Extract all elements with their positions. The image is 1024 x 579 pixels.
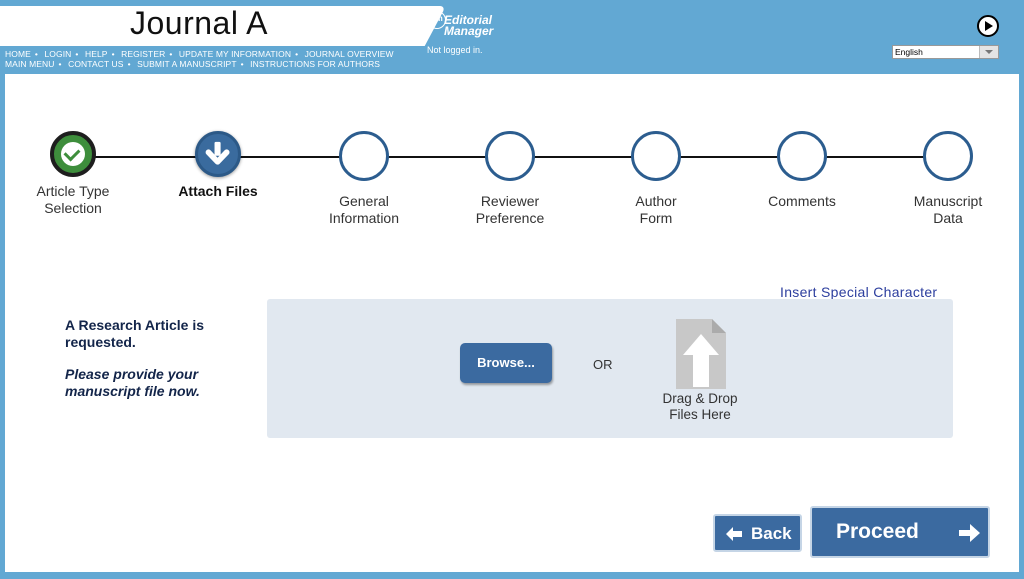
nav-link-help[interactable]: HELP [85,49,108,59]
nav-row-2: MAIN MENU • CONTACT US • SUBMIT A MANUSCRI… [5,59,381,69]
main-panel: Article Type Selection Attach Files Gene… [5,74,1019,572]
back-button[interactable]: Back [713,514,802,552]
login-status: Not logged in. [427,45,483,55]
step-label: Reviewer Preference [440,193,580,227]
nav-row-1: HOME • LOGIN • HELP • REGISTER • UPDATE MY I… [5,49,394,59]
step-label-line1: General [339,193,389,209]
nav-link-home[interactable]: HOME [5,49,31,59]
upload-area: Browse... OR Drag & Drop Files Here [267,299,953,438]
article-request-text: A Research Article is requested. [65,317,265,351]
insert-special-character-link[interactable]: Insert Special Character [780,284,937,300]
play-icon[interactable] [977,15,999,37]
step-label: Author Form [586,193,726,227]
step-label-line1: Comments [768,193,836,209]
manuscript-prompt-text: Please provide your manuscript file now. [65,366,265,400]
drop-line2: Files Here [669,407,731,422]
step-pending-circle [339,131,389,181]
step-reviewer-preference: Reviewer Preference [440,131,580,227]
nav-link-contact-us[interactable]: CONTACT US [68,59,123,69]
step-label-line2: Information [328,210,400,226]
prompt-line1: Please provide your [65,366,199,382]
journal-title: Journal A [130,5,268,41]
nav-links: HOME • LOGIN • HELP • REGISTER • UPDATE MY I… [5,49,394,69]
step-pending-circle [923,131,973,181]
proceed-button[interactable]: Proceed [810,506,990,558]
request-line2: requested. [65,334,136,350]
step-author-form: Author Form [586,131,726,227]
step-article-type-selection: Article Type Selection [3,131,143,217]
step-pending-circle [777,131,827,181]
check-icon [61,142,85,166]
drop-line1: Drag & Drop [662,391,738,406]
nav-link-update-info[interactable]: UPDATE MY INFORMATION [179,49,291,59]
or-label: OR [593,357,613,372]
bottom-strip [0,572,1024,579]
step-current-circle [195,131,241,177]
prompt-line2: manuscript file now. [65,383,200,399]
arrow-down-icon [205,141,230,165]
step-label-line2: Selection [44,200,102,216]
language-value: English [895,47,923,57]
arrow-right-icon [959,524,980,542]
step-label-line1: Author [635,193,677,209]
step-label: Attach Files [148,183,288,200]
arrow-left-icon [726,527,742,541]
nav-link-journal-overview[interactable]: JOURNAL OVERVIEW [305,49,394,59]
request-line1: A Research Article is [65,317,205,333]
step-label-line1: Manuscript [913,193,983,209]
step-label: General Information [294,193,434,227]
proceed-label: Proceed [836,520,919,543]
step-label: Manuscript Data [878,193,1018,227]
step-label-line1: Attach Files [178,183,258,199]
nav-link-submit-manuscript[interactable]: SUBMIT A MANUSCRIPT [137,59,237,69]
step-general-information: General Information [294,131,434,227]
em-logo-text: Editorial Manager [444,14,494,38]
nav-link-login[interactable]: LOGIN [44,49,71,59]
back-label: Back [751,524,792,543]
step-label-line2: Data [933,210,963,226]
step-label-line2: Preference [475,210,545,226]
step-label-line1: Reviewer [480,193,540,209]
file-upload-icon [676,319,726,389]
nav-link-instructions[interactable]: INSTRUCTIONS FOR AUTHORS [250,59,380,69]
step-label: Article Type Selection [3,183,143,217]
upload-instructions: A Research Article is requested. Please … [65,317,265,400]
step-pending-circle [485,131,535,181]
step-pending-circle [631,131,681,181]
language-select[interactable]: English [892,45,999,59]
step-label-line2: Form [639,210,673,226]
step-attach-files: Attach Files [148,131,288,200]
step-label: Comments [732,193,872,210]
nav-link-main-menu[interactable]: MAIN MENU [5,59,55,69]
step-comments: Comments [732,131,872,210]
drag-drop-zone[interactable]: Drag & Drop Files Here [637,319,763,429]
chevron-down-icon[interactable] [979,46,998,58]
em-logo-line2: Manager [444,24,494,38]
header: Journal A HOME • LOGIN • HELP • REGISTER • U… [0,0,1024,74]
browse-button[interactable]: Browse... [460,343,552,383]
step-done-circle [50,131,96,177]
drag-drop-label: Drag & Drop Files Here [637,391,763,423]
nav-link-register[interactable]: REGISTER [121,49,165,59]
step-manuscript-data: Manuscript Data [878,131,1018,227]
step-label-line1: Article Type [36,183,110,199]
